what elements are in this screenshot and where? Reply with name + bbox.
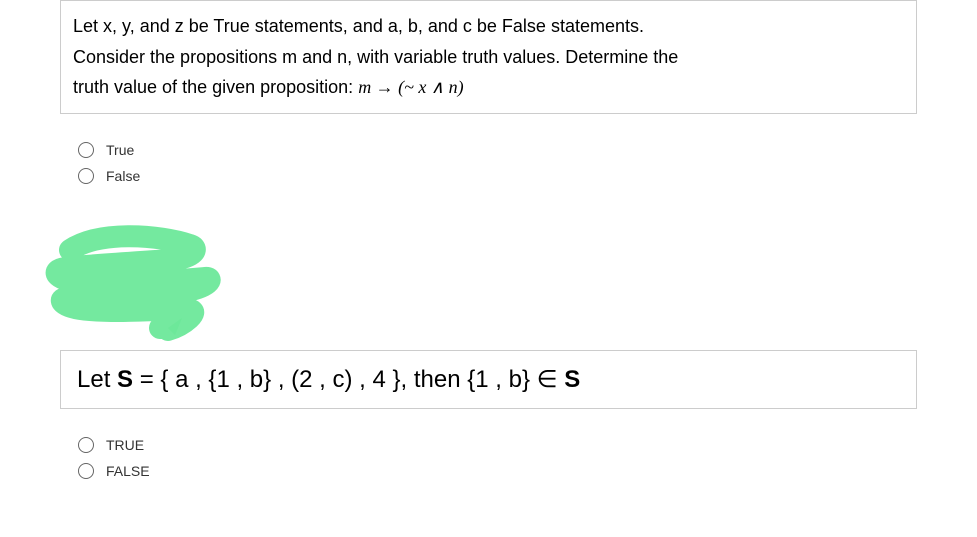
q2-option-true[interactable]: TRUE [78,437,899,453]
q2-setvar: S [117,366,133,393]
q1-formula: m → (~ x ∧ n) [358,77,463,97]
radio-icon [78,142,94,158]
q1-line1: Let x, y, and z be True statements, and … [73,16,644,36]
q2-option-label: FALSE [106,463,150,479]
q1-line3-prefix: truth value of the given proposition: [73,77,358,97]
question2-prompt-box: Let S = { a , {1 , b} , (2 , c) , 4 }, t… [60,350,917,409]
q2-setvar2: S [558,366,581,393]
q2-option-label: TRUE [106,437,144,453]
radio-icon [78,437,94,453]
radio-icon [78,463,94,479]
q1-option-false[interactable]: False [78,168,899,184]
question1-prompt-box: Let x, y, and z be True statements, and … [60,0,917,114]
q2-body: = { a , {1 , b} , (2 , c) , 4 }, then {1… [133,366,537,393]
q2-option-false[interactable]: FALSE [78,463,899,479]
q2-prefix: Let [77,366,117,393]
highlighter-scribble-icon [40,210,260,350]
question1-options: True False [60,126,917,200]
element-of-symbol: ∈ [537,367,558,393]
q1-option-true[interactable]: True [78,142,899,158]
annotation-area [60,210,917,350]
q1-option-label: True [106,142,134,158]
question2-text: Let S = { a , {1 , b} , (2 , c) , 4 }, t… [77,365,900,394]
q1-line2: Consider the propositions m and n, with … [73,47,678,67]
question1-text: Let x, y, and z be True statements, and … [73,11,904,103]
question2-options: TRUE FALSE [60,421,917,495]
radio-icon [78,168,94,184]
q1-option-label: False [106,168,140,184]
